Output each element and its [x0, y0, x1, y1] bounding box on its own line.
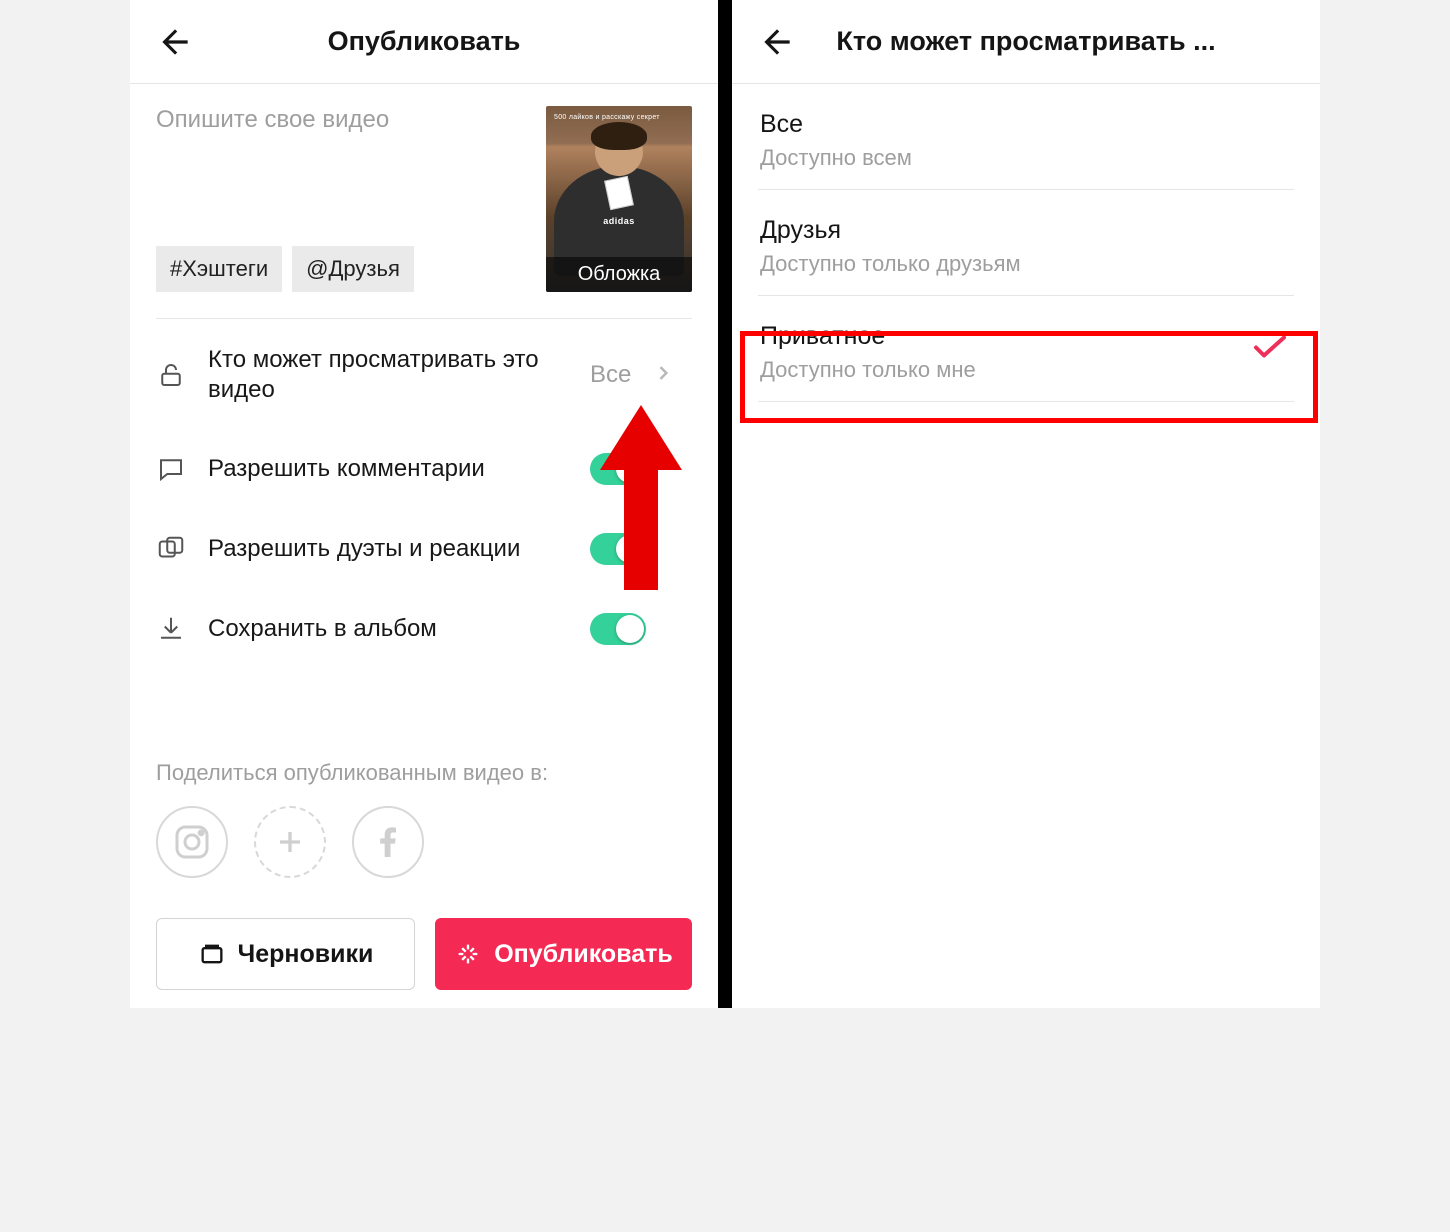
drafts-button[interactable]: Черновики — [156, 918, 415, 990]
who-can-view-row[interactable]: Кто может просматривать это видео Все — [156, 321, 692, 429]
privacy-option-everyone[interactable]: Все Доступно всем — [758, 84, 1294, 190]
privacy-option-private[interactable]: Приватное Доступно только мне — [758, 296, 1294, 402]
back-button[interactable] — [152, 19, 198, 65]
save-album-label: Сохранить в альбом — [208, 614, 568, 644]
plus-icon — [270, 822, 310, 862]
download-icon — [156, 614, 186, 644]
allow-comments-row[interactable]: Разрешить комментарии — [156, 429, 692, 509]
who-can-view-label: Кто может просматривать это видео — [208, 345, 568, 405]
hashtags-chip[interactable]: #Хэштеги — [156, 246, 282, 292]
publish-settings: Кто может просматривать это видео Все Ра… — [156, 321, 692, 669]
allow-duets-toggle[interactable] — [590, 533, 646, 565]
chevron-right-icon — [653, 363, 673, 388]
thumbnail-overlay-text: 500 лайков и расскажу секрет — [554, 114, 660, 121]
option-title: Друзья — [760, 216, 1292, 245]
allow-duets-label: Разрешить дуэты и реакции — [208, 534, 568, 564]
facebook-icon — [368, 822, 408, 862]
share-add-button[interactable] — [254, 806, 326, 878]
caption-input[interactable]: Опишите свое видео — [156, 106, 526, 134]
video-thumbnail[interactable]: 500 лайков и расскажу секрет adidas Обло… — [546, 106, 692, 292]
arrow-left-icon — [758, 23, 796, 61]
option-subtitle: Доступно только друзьям — [760, 251, 1292, 277]
duet-icon — [156, 534, 186, 564]
cover-label[interactable]: Обложка — [546, 257, 692, 292]
arrow-left-icon — [156, 23, 194, 61]
allow-comments-label: Разрешить комментарии — [208, 454, 568, 484]
share-instagram-button[interactable] — [156, 806, 228, 878]
share-facebook-button[interactable] — [352, 806, 424, 878]
divider — [156, 318, 692, 319]
publish-button-label: Опубликовать — [494, 940, 673, 969]
friends-chip[interactable]: @Друзья — [292, 246, 414, 292]
option-title: Приватное — [760, 322, 1292, 351]
save-album-row[interactable]: Сохранить в альбом — [156, 589, 692, 669]
drafts-icon — [198, 940, 226, 968]
page-title: Кто может просматривать ... — [754, 26, 1298, 57]
allow-duets-row[interactable]: Разрешить дуэты и реакции — [156, 509, 692, 589]
share-label: Поделиться опубликованным видео в: — [156, 760, 692, 786]
privacy-screen: Кто может просматривать ... Все Доступно… — [732, 0, 1320, 1008]
back-button[interactable] — [754, 19, 800, 65]
lock-icon — [156, 360, 186, 390]
header: Кто может просматривать ... — [732, 0, 1320, 84]
comment-icon — [156, 454, 186, 484]
page-title: Опубликовать — [152, 26, 696, 57]
who-can-view-value: Все — [590, 361, 631, 389]
publish-button[interactable]: Опубликовать — [435, 918, 692, 990]
privacy-option-friends[interactable]: Друзья Доступно только друзьям — [758, 190, 1294, 296]
instagram-icon — [172, 822, 212, 862]
publish-screen: Опубликовать Опишите свое видео #Хэштеги… — [130, 0, 718, 1008]
option-subtitle: Доступно только мне — [760, 357, 1292, 383]
drafts-button-label: Черновики — [238, 940, 374, 969]
save-album-toggle[interactable] — [590, 613, 646, 645]
allow-comments-toggle[interactable] — [590, 453, 646, 485]
option-title: Все — [760, 110, 1292, 139]
option-subtitle: Доступно всем — [760, 145, 1292, 171]
checkmark-icon — [1252, 333, 1288, 364]
thumbnail-brand-text: adidas — [603, 216, 635, 226]
sparkle-icon — [454, 940, 482, 968]
header: Опубликовать — [130, 0, 718, 84]
